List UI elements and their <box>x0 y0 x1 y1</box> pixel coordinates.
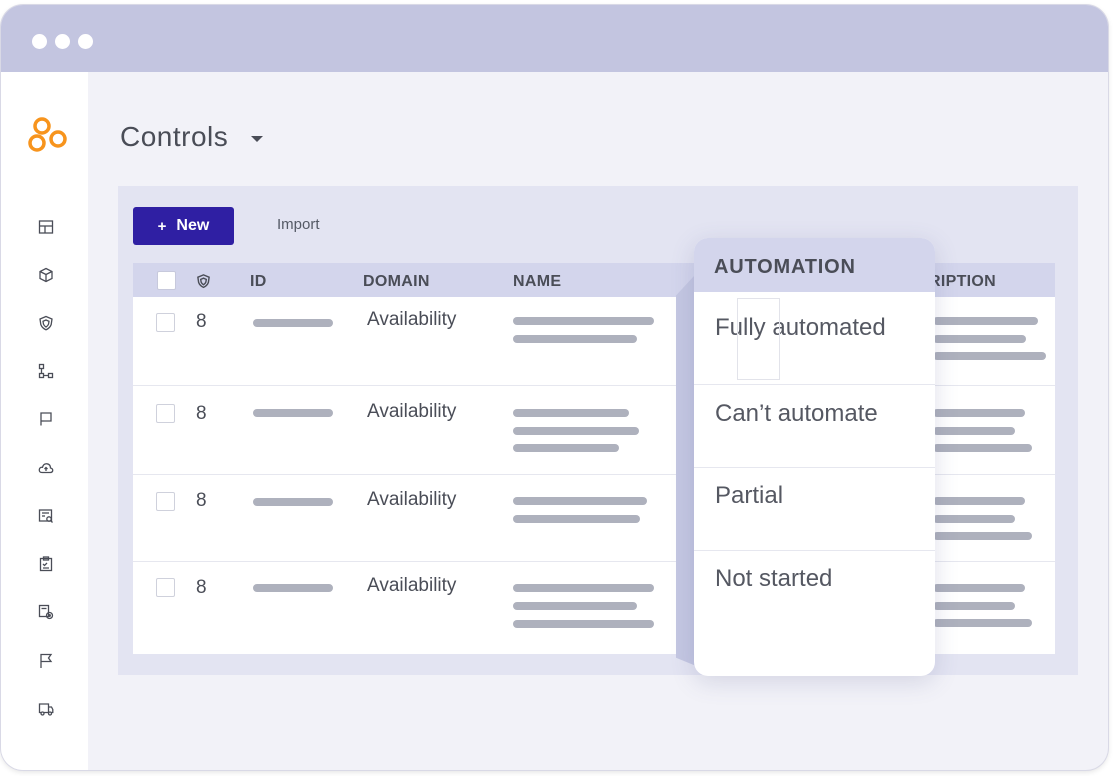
description-placeholder-bar <box>933 335 1026 343</box>
import-button[interactable]: Import <box>277 216 320 233</box>
option-label: Not started <box>715 565 833 592</box>
option-label: Can’t automate <box>715 400 878 427</box>
automation-option-fully-automated[interactable]: Fully automated <box>694 292 935 385</box>
workflow-icon[interactable] <box>37 362 55 380</box>
description-placeholder-bar <box>933 515 1015 523</box>
name-placeholder-bar <box>513 409 629 417</box>
name-placeholder-bar <box>513 584 654 592</box>
window-minimize-dot[interactable] <box>55 34 70 49</box>
sidebar <box>1 72 88 770</box>
report-search-icon[interactable] <box>37 507 55 525</box>
column-header-id[interactable]: ID <box>250 273 267 291</box>
id-placeholder-bar <box>253 498 333 506</box>
description-placeholder-bar <box>933 444 1032 452</box>
automation-option-cant-automate[interactable]: Can’t automate <box>694 385 935 468</box>
description-placeholder-bar <box>933 317 1038 325</box>
row-checkbox[interactable] <box>156 578 175 597</box>
description-placeholder-bar <box>933 409 1025 417</box>
column-header-domain[interactable]: DOMAIN <box>363 273 430 291</box>
flag-icon[interactable] <box>37 652 55 670</box>
clipboard-check-icon[interactable] <box>37 555 55 573</box>
name-placeholder-bar <box>513 497 647 505</box>
column-header-name[interactable]: NAME <box>513 273 561 291</box>
automation-option-not-started[interactable]: Not started <box>694 551 935 676</box>
row-checkbox[interactable] <box>156 313 175 332</box>
page-title: Controls <box>120 121 229 152</box>
column-header-description[interactable]: RIPTION <box>929 273 996 291</box>
window-close-dot[interactable] <box>32 34 47 49</box>
new-button[interactable]: + New <box>133 207 234 245</box>
settings-doc-icon[interactable] <box>37 603 55 621</box>
description-placeholder-bar <box>933 602 1015 610</box>
chevron-down-icon[interactable] <box>250 134 264 144</box>
name-placeholder-bar <box>513 335 637 343</box>
row-checkbox[interactable] <box>156 404 175 423</box>
plus-icon: + <box>157 217 167 235</box>
truck-icon[interactable] <box>37 700 55 718</box>
cube-icon[interactable] <box>37 266 55 284</box>
row-id: 8 <box>196 403 207 424</box>
cloud-upload-icon[interactable] <box>37 459 55 477</box>
description-placeholder-bar <box>933 619 1032 627</box>
name-placeholder-bar <box>513 317 654 325</box>
row-id: 8 <box>196 311 207 332</box>
name-placeholder-bar <box>513 444 619 452</box>
automation-option-partial[interactable]: Partial <box>694 468 935 551</box>
shield-icon <box>197 274 210 289</box>
name-placeholder-bar <box>513 515 640 523</box>
row-domain: Availability <box>367 401 457 422</box>
option-label: Partial <box>715 482 784 509</box>
description-placeholder-bar <box>933 532 1032 540</box>
row-id: 8 <box>196 577 207 598</box>
select-all-checkbox[interactable] <box>157 271 176 290</box>
brand-logo[interactable] <box>27 116 69 158</box>
row-id: 8 <box>196 490 207 511</box>
description-placeholder-bar <box>933 427 1015 435</box>
id-placeholder-bar <box>253 584 333 592</box>
row-domain: Availability <box>367 489 457 510</box>
shield-icon[interactable] <box>37 314 55 332</box>
description-placeholder-bar <box>933 497 1025 505</box>
bookmark-flag-icon[interactable] <box>37 410 55 428</box>
automation-header-label: AUTOMATION <box>714 256 856 278</box>
id-placeholder-bar <box>253 319 333 327</box>
row-domain: Availability <box>367 575 457 596</box>
automation-dropdown: AUTOMATION Fully automated Can’t automat… <box>694 238 935 676</box>
id-placeholder-bar <box>253 409 333 417</box>
text-cursor-highlight <box>737 298 780 380</box>
name-placeholder-bar <box>513 427 639 435</box>
new-button-label: New <box>176 217 210 234</box>
row-domain: Availability <box>367 309 457 330</box>
name-placeholder-bar <box>513 620 654 628</box>
name-placeholder-bar <box>513 602 637 610</box>
dashboard-icon[interactable] <box>37 218 55 236</box>
description-placeholder-bar <box>933 352 1046 360</box>
window-maximize-dot[interactable] <box>78 34 93 49</box>
description-placeholder-bar <box>933 584 1025 592</box>
window-titlebar <box>1 5 1108 72</box>
automation-dropdown-header: AUTOMATION <box>694 238 935 292</box>
row-checkbox[interactable] <box>156 492 175 511</box>
